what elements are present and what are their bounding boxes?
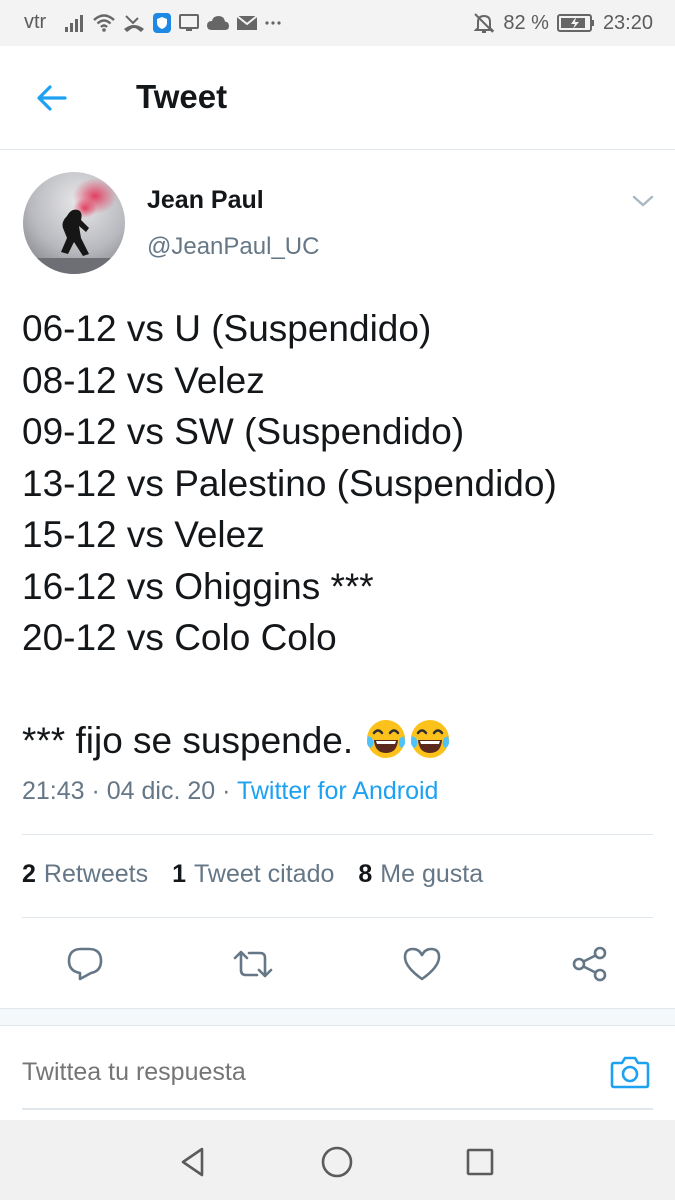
app-header: Tweet <box>0 46 675 150</box>
battery-percent: 82 % <box>503 11 549 34</box>
back-arrow-icon <box>37 85 67 111</box>
mute-icon <box>473 12 495 34</box>
square-recents-icon <box>466 1148 494 1176</box>
divider <box>22 834 653 835</box>
circle-home-icon <box>321 1146 353 1178</box>
page-title: Tweet <box>136 78 228 115</box>
tweet-source-link[interactable]: Twitter for Android <box>237 777 438 805</box>
battery-icon <box>556 13 595 33</box>
retweets-label: Retweets <box>43 860 149 888</box>
like-button[interactable] <box>398 940 446 988</box>
likes-stat[interactable]: 8 Me gusta <box>358 860 483 889</box>
status-icons-left <box>64 10 282 36</box>
shield-icon <box>152 12 172 34</box>
tweet-text: 06-12 vs U (Suspendido) 08-12 vs Velez 0… <box>22 303 662 767</box>
back-button[interactable] <box>30 80 74 116</box>
android-nav-bar <box>0 1120 675 1200</box>
tweet-footnote-line: *** fijo se suspende. <box>22 715 662 767</box>
tweet-footnote: *** fijo se suspende. <box>22 720 354 761</box>
tweet-timestamp: 21:43 · 04 dic. 20 · <box>22 777 237 805</box>
tweet-line: 15-12 vs Velez <box>22 514 265 555</box>
status-icons-right: 82 % 23:20 <box>473 10 653 36</box>
tweet-actions <box>0 940 675 988</box>
cloud-icon <box>206 14 230 32</box>
camera-icon <box>610 1056 650 1089</box>
likes-label: Me gusta <box>380 860 484 888</box>
quotes-stat[interactable]: 1 Tweet citado <box>172 860 334 889</box>
laughing-emoji-icon <box>367 720 406 758</box>
signal-icon <box>64 13 86 33</box>
chevron-down-icon <box>632 195 654 207</box>
status-bar: vtr 82 % 23:20 <box>0 0 675 46</box>
reply-input-underline <box>22 1108 653 1110</box>
avatar-image <box>23 172 125 274</box>
retweets-stat[interactable]: 2 Retweets <box>22 860 148 889</box>
reply-composer <box>0 1026 675 1120</box>
reply-button[interactable] <box>61 940 109 988</box>
quotes-count: 1 <box>172 860 187 888</box>
missed-call-icon <box>122 13 146 33</box>
retweet-icon <box>233 950 273 978</box>
share-icon <box>572 946 607 982</box>
screen-icon <box>178 13 200 33</box>
reply-input[interactable] <box>22 1058 582 1087</box>
author-handle[interactable]: @JeanPaul_UC <box>147 233 319 261</box>
nav-back-button[interactable] <box>171 1140 215 1184</box>
likes-count: 8 <box>358 860 373 888</box>
camera-button[interactable] <box>608 1052 652 1092</box>
tweet-line: 09-12 vs SW (Suspendido) <box>22 411 465 452</box>
retweet-button[interactable] <box>229 940 277 988</box>
tweet-menu-button[interactable] <box>628 188 658 214</box>
tweet-line: 06-12 vs U (Suspendido) <box>22 308 432 349</box>
more-dots-icon <box>264 20 282 26</box>
retweets-count: 2 <box>22 860 36 888</box>
divider <box>22 917 653 918</box>
nav-home-button[interactable] <box>315 1140 359 1184</box>
mail-icon <box>236 14 258 32</box>
triangle-back-icon <box>181 1147 204 1177</box>
nav-recents-button[interactable] <box>458 1140 502 1184</box>
avatar[interactable] <box>23 172 125 274</box>
wifi-icon <box>92 13 116 33</box>
author-name[interactable]: Jean Paul <box>147 186 264 215</box>
tweet-line: 08-12 vs Velez <box>22 359 265 401</box>
heart-icon <box>403 947 441 981</box>
clock: 23:20 <box>602 11 653 34</box>
tweet-line: 20-12 vs Colo Colo <box>22 617 337 658</box>
reply-icon <box>67 947 103 981</box>
laughing-emoji-icon <box>411 720 450 758</box>
share-button[interactable] <box>566 940 614 988</box>
carrier-label: vtr <box>24 11 47 33</box>
section-separator <box>0 1008 675 1026</box>
tweet-meta: 21:43 · 04 dic. 20 · Twitter for Android <box>22 777 438 806</box>
tweet-line: 16-12 vs Ohiggins *** <box>22 565 374 607</box>
quotes-label: Tweet citado <box>194 860 335 888</box>
tweet-line: 13-12 vs Palestino (Suspendido) <box>22 462 557 504</box>
tweet-stats: 2 Retweets 1 Tweet citado 8 Me gusta <box>22 860 483 889</box>
